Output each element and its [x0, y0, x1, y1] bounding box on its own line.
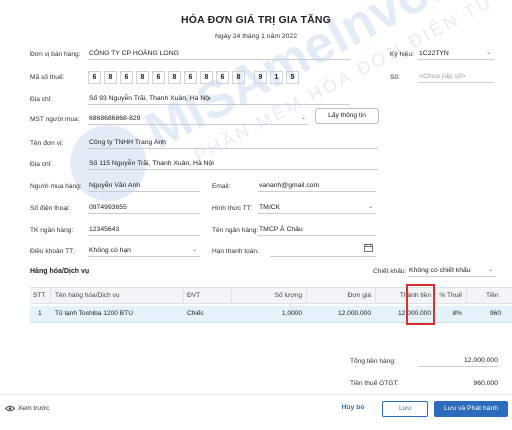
buyer-address-field[interactable]: Số 115 Nguyễn Trãi, Thanh Xuân, Hà Nội: [88, 158, 378, 170]
chevron-down-icon[interactable]: ⌄: [488, 266, 493, 273]
buyer-payment-label: Hình thức TT:: [212, 205, 252, 212]
tax-digit-box: 6: [152, 71, 165, 84]
discount-select[interactable]: Không có chiết khấu: [408, 265, 496, 277]
row-vat[interactable]: 8%: [436, 306, 462, 322]
row-qty[interactable]: 1,0000: [232, 306, 302, 322]
buyer-terms-label: Điều khoản TT:: [30, 248, 75, 255]
items-section-title: Hàng hóa/Dịch vụ: [30, 268, 90, 275]
save-and-issue-button[interactable]: Lưu và Phát hành: [434, 401, 508, 417]
tax-digit-box: 5: [286, 71, 299, 84]
lookup-info-button[interactable]: Lấy thông tin: [315, 108, 379, 124]
col-vat: % Thuế: [439, 292, 462, 299]
chevron-down-icon[interactable]: ⌄: [368, 203, 373, 210]
tax-digit-box: 1: [270, 71, 283, 84]
seller-address-field[interactable]: Số 93 Nguyễn Trãi, Thanh Xuân, Hà Nội: [88, 93, 350, 105]
buyer-phone-field[interactable]: 0974993655: [88, 202, 200, 214]
symbol-label: Ký hiệu:: [390, 51, 414, 58]
vat-total-label: Tiền thuế GTGT:: [350, 380, 399, 387]
preview-button[interactable]: Xem trước: [18, 405, 49, 412]
col-tax: Tiền: [486, 292, 499, 299]
buyer-bank-account-field[interactable]: 12345643: [88, 224, 200, 236]
seller-address-label: Địa chỉ:: [30, 96, 52, 103]
tax-digit-box: 6: [216, 71, 229, 84]
buyer-email-label: Email:: [212, 183, 231, 190]
number-field[interactable]: <Chưa cấp số>: [418, 71, 494, 83]
buyer-due-label: Hạn thanh toán:: [212, 248, 259, 255]
buyer-due-field[interactable]: [270, 245, 376, 257]
tax-digit-box: 8: [200, 71, 213, 84]
buyer-terms-select[interactable]: Không có hạn: [88, 245, 200, 257]
row-price[interactable]: 12.000.000: [307, 306, 371, 322]
invoice-date: Ngày 24 tháng 1 năm 2022: [214, 33, 297, 40]
items-grid-header: STT Tên hàng hóa/Dịch vụ ĐVT Số lượng Đơ…: [30, 287, 512, 304]
calendar-icon[interactable]: [364, 243, 373, 252]
buyer-mst-label: MST người mua:: [30, 116, 80, 123]
col-name: Tên hàng hóa/Dịch vụ: [55, 292, 120, 299]
tax-digit-box: 8: [104, 71, 117, 84]
buyer-payment-select[interactable]: TM/CK: [258, 202, 376, 214]
row-tax[interactable]: 960: [490, 306, 512, 322]
invoice-title: HÓA ĐƠN GIÁ TRỊ GIA TĂNG: [180, 14, 332, 26]
buyer-bank-account-label: TK ngân hàng:: [30, 227, 74, 234]
buyer-bank-name-label: Tên ngân hàng:: [212, 227, 259, 234]
col-unit: ĐVT: [187, 292, 201, 299]
buyer-person-label: Người mua hàng:: [30, 183, 82, 190]
seller-name-label: Đơn vị bán hàng:: [30, 51, 81, 58]
buyer-phone-label: Số điện thoại:: [30, 205, 71, 212]
symbol-select[interactable]: 1C22TYN: [418, 48, 494, 60]
total-label: Tổng tiền hàng:: [350, 358, 396, 365]
buyer-email-field[interactable]: vananh@gmail.com: [258, 180, 376, 192]
col-qty: Số lượng: [274, 292, 302, 299]
buyer-mst-field[interactable]: 6868686868-829: [88, 113, 308, 125]
number-label: Số:: [390, 74, 400, 81]
col-stt: STT: [33, 292, 46, 299]
tax-digit-box: 6: [184, 71, 197, 84]
row-name[interactable]: Tủ lạnh Toshiba 1200 BTU: [55, 306, 180, 322]
tax-digit-box: 9: [254, 71, 267, 84]
chevron-down-icon[interactable]: ⌄: [301, 114, 306, 121]
buyer-unit-label: Tên đơn vị:: [30, 140, 64, 147]
buyer-unit-field[interactable]: Công ty TNHH Trang Anh: [88, 137, 378, 149]
seller-tax-label: Mã số thuế:: [30, 74, 65, 81]
row-unit[interactable]: Chiếc: [187, 306, 227, 322]
symbol-value: 1C22TYN: [419, 50, 449, 57]
total-value: 12.000.000: [418, 355, 498, 367]
cancel-button[interactable]: Hủy bỏ: [335, 401, 371, 417]
tax-digit-box: 6: [88, 71, 101, 84]
table-row[interactable]: 1 Tủ lạnh Toshiba 1200 BTU Chiếc 1,0000 …: [30, 306, 512, 323]
vat-column-highlight: [406, 284, 435, 325]
discount-label: Chiết khấu:: [373, 268, 407, 275]
row-stt: 1: [38, 310, 42, 317]
chevron-down-icon[interactable]: ⌄: [486, 49, 491, 56]
buyer-person-field[interactable]: Nguyễn Văn Anh: [88, 180, 200, 192]
buyer-bank-name-field[interactable]: TMCP Á Châu: [258, 224, 376, 236]
col-price: Đơn giá: [347, 292, 371, 299]
buyer-address-label: Địa chỉ:: [30, 161, 52, 168]
save-button[interactable]: Lưu: [382, 401, 428, 417]
eye-icon[interactable]: [5, 405, 15, 412]
tax-digit-box: 8: [136, 71, 149, 84]
chevron-down-icon[interactable]: ⌄: [192, 246, 197, 253]
tax-digit-box: 8: [168, 71, 181, 84]
vat-total-value: 960.000: [473, 380, 498, 387]
tax-digit-box: 6: [120, 71, 133, 84]
tax-digit-box: 8: [232, 71, 245, 84]
footer-bar: Xem trước Hủy bỏ Lưu Lưu và Phát hành: [0, 394, 512, 430]
seller-name-field[interactable]: CÔNG TY CP HOÀNG LONG: [88, 48, 350, 60]
